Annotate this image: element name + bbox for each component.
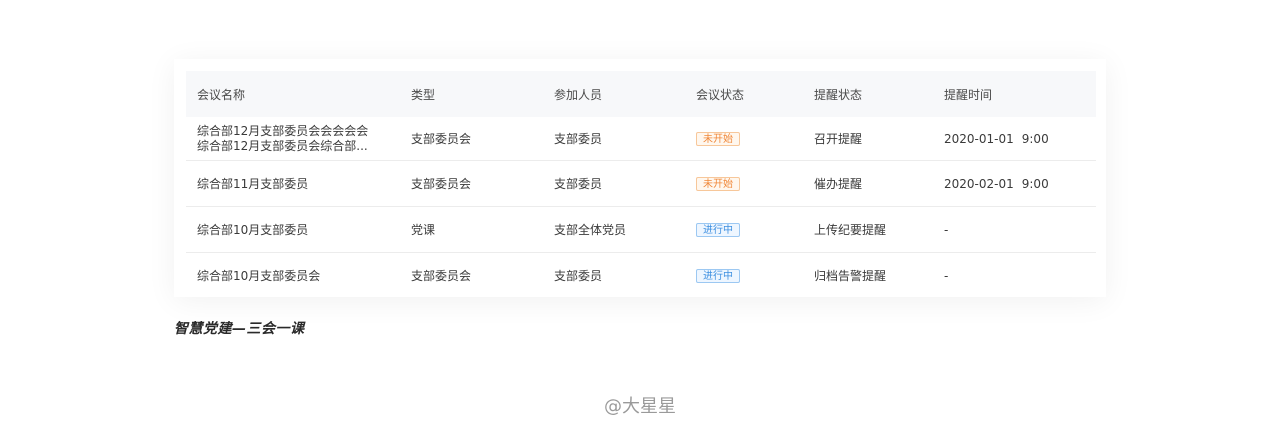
status-badge: 未开始: [696, 132, 740, 146]
meeting-status-cell: 进行中: [685, 268, 803, 283]
table-header-row: 会议名称 类型 参加人员 会议状态 提醒状态 提醒时间: [186, 71, 1096, 117]
meeting-name-cell: 综合部10月支部委员: [197, 223, 309, 237]
reminder-time-cell: 2020-02-01 9:00: [933, 177, 1096, 191]
meeting-table-card: 会议名称 类型 参加人员 会议状态 提醒状态 提醒时间 综合部12月支部委员会会…: [174, 59, 1106, 297]
table-row[interactable]: 综合部12月支部委员会会会会会 综合部12月支部委员会综合部... 支部委员会 …: [186, 117, 1096, 161]
meeting-type-cell: 支部委员会: [411, 177, 472, 191]
reminder-time-cell: -: [944, 268, 949, 283]
header-meeting-status: 会议状态: [696, 87, 745, 102]
header-type: 类型: [411, 87, 436, 102]
meeting-status-cell: 进行中: [685, 222, 803, 237]
meeting-table: 会议名称 类型 参加人员 会议状态 提醒状态 提醒时间 综合部12月支部委员会会…: [186, 71, 1096, 298]
meeting-type-cell: 支部委员会: [411, 269, 472, 283]
reminder-clock: 9:00: [1021, 176, 1049, 191]
participants-cell: 支部委员: [554, 177, 603, 191]
header-participants: 参加人员: [554, 87, 603, 102]
header-meeting-name: 会议名称: [197, 87, 246, 102]
participants-cell: 支部委员: [554, 269, 603, 283]
status-badge: 进行中: [696, 269, 740, 283]
participants-cell: 支部委员: [554, 132, 603, 146]
reminder-time-cell: -: [944, 222, 949, 237]
table-row[interactable]: 综合部10月支部委员会 支部委员会 支部委员 进行中 归档告警提醒 -: [186, 253, 1096, 298]
reminder-date: 2020-02-01: [944, 176, 1014, 191]
meeting-name-line: 综合部12月支部委员会会会会会: [197, 123, 369, 138]
status-badge: 未开始: [696, 177, 740, 191]
header-reminder-time: 提醒时间: [944, 87, 993, 102]
meeting-status-cell: 未开始: [685, 176, 803, 191]
meeting-name-line: 综合部12月支部委员会综合部...: [197, 138, 368, 153]
table-row[interactable]: 综合部11月支部委员 支部委员会 支部委员 未开始 催办提醒 2020-02-0…: [186, 161, 1096, 207]
participants-cell: 支部全体党员: [554, 223, 627, 237]
meeting-name-cell: 综合部12月支部委员会会会会会 综合部12月支部委员会综合部...: [186, 124, 400, 154]
table-row[interactable]: 综合部10月支部委员 党课 支部全体党员 进行中 上传纪要提醒 -: [186, 207, 1096, 253]
header-reminder-status: 提醒状态: [814, 87, 863, 102]
reminder-status-cell: 上传纪要提醒: [814, 223, 887, 237]
reminder-status-cell: 召开提醒: [814, 132, 863, 146]
meeting-status-cell: 未开始: [685, 131, 803, 146]
design-caption: 智慧党建—三会一课: [174, 321, 305, 337]
reminder-date: 2020-01-01: [944, 131, 1014, 146]
reminder-status-cell: 催办提醒: [814, 177, 863, 191]
reminder-status-cell: 归档告警提醒: [814, 269, 887, 283]
meeting-name-cell: 综合部10月支部委员会: [197, 269, 321, 283]
reminder-time-cell: 2020-01-01 9:00: [933, 132, 1096, 146]
author-watermark: @大星星: [604, 396, 676, 417]
meeting-type-cell: 党课: [411, 223, 436, 237]
meeting-type-cell: 支部委员会: [411, 132, 472, 146]
status-badge: 进行中: [696, 223, 740, 237]
meeting-name-cell: 综合部11月支部委员: [197, 177, 309, 191]
reminder-clock: 9:00: [1021, 131, 1049, 146]
